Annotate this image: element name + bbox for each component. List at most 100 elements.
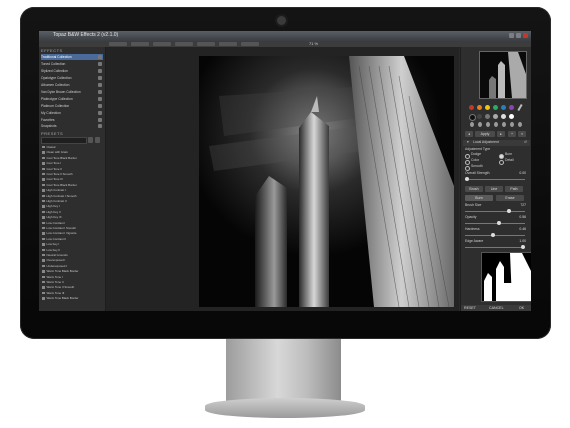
- preset-item[interactable]: High Contrast I: [42, 188, 104, 192]
- preset-item[interactable]: Cool Tone Black Border: [42, 183, 104, 187]
- preset-item[interactable]: Warm Tone Black Border: [42, 296, 104, 300]
- preset-item[interactable]: High Key II: [42, 210, 104, 214]
- add-icon[interactable]: +: [508, 131, 516, 137]
- preset-item[interactable]: Warm Tone III: [42, 291, 104, 295]
- minimize-icon[interactable]: [509, 33, 514, 38]
- preset-item[interactable]: Classic: [42, 145, 104, 149]
- droplet-icon[interactable]: [518, 122, 522, 127]
- toolbar-button[interactable]: [131, 42, 149, 46]
- droplet-icon[interactable]: [510, 122, 514, 127]
- maximize-icon[interactable]: [516, 33, 521, 38]
- droplet-icon[interactable]: [486, 122, 490, 127]
- brush-size-slider[interactable]: [465, 211, 525, 212]
- collection-item[interactable]: Toned Collection: [41, 61, 103, 67]
- toolbar-button[interactable]: [241, 42, 259, 46]
- slider-handle[interactable]: [465, 177, 469, 181]
- preset-item[interactable]: Clean with Grain: [42, 150, 104, 154]
- tone-swatch[interactable]: [469, 114, 476, 121]
- preset-item[interactable]: Cool Tone II: [42, 167, 104, 171]
- collection-item[interactable]: Snapshots: [41, 123, 103, 129]
- droplet-icon[interactable]: [502, 122, 506, 127]
- collection-item[interactable]: Albumen Collection: [41, 82, 103, 88]
- menu-icon[interactable]: ≡: [518, 131, 526, 137]
- droplet-icon[interactable]: [494, 122, 498, 127]
- radio-dodge[interactable]: [465, 154, 470, 159]
- radio-color[interactable]: [465, 160, 470, 165]
- navigator-thumbnail[interactable]: [479, 51, 527, 99]
- preset-item[interactable]: Cool Tone I: [42, 161, 104, 165]
- tone-swatch[interactable]: [509, 114, 514, 119]
- preset-item[interactable]: High Key I: [42, 204, 104, 208]
- tab-brush[interactable]: Brush: [465, 186, 483, 192]
- preview-photo[interactable]: [199, 56, 454, 307]
- collection-item[interactable]: Van Dyke Brown Collection: [41, 89, 103, 95]
- preset-item[interactable]: Cool Tone Black Border: [42, 156, 104, 160]
- cancel-button[interactable]: CANCEL: [489, 305, 504, 311]
- preset-item[interactable]: High Contrast I Smooth: [42, 194, 104, 198]
- preset-search-input[interactable]: [41, 137, 87, 144]
- preset-item[interactable]: High Key III: [42, 215, 104, 219]
- opacity-slider[interactable]: [465, 223, 525, 224]
- hardness-slider[interactable]: [465, 235, 525, 236]
- prev-icon[interactable]: ◂: [465, 131, 473, 137]
- color-swatch[interactable]: [469, 105, 474, 110]
- color-swatch[interactable]: [493, 105, 498, 110]
- preset-item[interactable]: Warm Tone Black Border: [42, 269, 104, 273]
- color-swatch[interactable]: [501, 105, 506, 110]
- erase-button[interactable]: Erase: [496, 195, 524, 201]
- preset-view-button[interactable]: [88, 137, 93, 143]
- slider-handle[interactable]: [491, 233, 495, 237]
- apply-button[interactable]: Apply: [475, 131, 495, 137]
- burn-brush-button[interactable]: Burn: [465, 195, 493, 201]
- preset-view-button[interactable]: [95, 137, 100, 143]
- color-swatch[interactable]: [477, 105, 482, 110]
- collection-item[interactable]: Traditional Collection: [41, 54, 103, 60]
- preset-item[interactable]: Warm Tone I: [42, 275, 104, 279]
- preset-item[interactable]: Cool Tone III: [42, 177, 104, 181]
- tab-line[interactable]: Line: [485, 186, 503, 192]
- local-adjustment-header[interactable]: ▾ Local Adjustment ↺: [463, 140, 530, 146]
- preset-item[interactable]: Low Key I: [42, 242, 104, 246]
- preset-item[interactable]: Warm Tone II Smooth: [42, 285, 104, 289]
- tab-path[interactable]: Path: [505, 186, 523, 192]
- droplet-icon[interactable]: [478, 122, 482, 127]
- preset-item[interactable]: Low Contrast I Vignette: [42, 231, 104, 235]
- refresh-icon[interactable]: ↺: [524, 140, 527, 145]
- preset-item[interactable]: Neutral Grounds: [42, 253, 104, 257]
- preset-item[interactable]: Low Contrast I: [42, 221, 104, 225]
- reset-button[interactable]: RESET: [464, 305, 476, 311]
- toolbar-button[interactable]: [175, 42, 193, 46]
- collection-item[interactable]: My Collection: [41, 110, 103, 116]
- tone-swatch[interactable]: [493, 114, 498, 119]
- preset-item[interactable]: Low Contrast II: [42, 237, 104, 241]
- tone-swatch[interactable]: [485, 114, 490, 119]
- preset-item[interactable]: Overexposed I: [42, 258, 104, 262]
- radio-detail[interactable]: [499, 160, 504, 165]
- preset-item[interactable]: Warm Tone II: [42, 280, 104, 284]
- slider-handle[interactable]: [521, 245, 525, 249]
- edge-aware-slider[interactable]: [465, 247, 525, 248]
- preset-item[interactable]: Low Contrast I Smooth: [42, 226, 104, 230]
- next-icon[interactable]: ▸: [497, 131, 505, 137]
- toolbar-button[interactable]: [197, 42, 215, 46]
- radio-burn[interactable]: [499, 154, 504, 159]
- close-icon[interactable]: [523, 33, 528, 38]
- image-canvas[interactable]: [106, 47, 459, 311]
- toolbar-button[interactable]: [219, 42, 237, 46]
- slider-handle[interactable]: [507, 209, 511, 213]
- collection-item[interactable]: Platinum Collection: [41, 103, 103, 109]
- preset-item[interactable]: Cool Tone II Smooth: [42, 172, 104, 176]
- collection-item[interactable]: Platinotype Collection: [41, 96, 103, 102]
- ok-button[interactable]: OK: [519, 305, 524, 311]
- droplet-icon[interactable]: [470, 122, 474, 127]
- toolbar-button[interactable]: [109, 42, 127, 46]
- collection-item[interactable]: Opalotype Collection: [41, 75, 103, 81]
- tone-swatch[interactable]: [501, 114, 506, 119]
- color-swatch[interactable]: [509, 105, 514, 110]
- eyedropper-icon[interactable]: [517, 103, 523, 112]
- slider-handle[interactable]: [497, 221, 501, 225]
- collection-item[interactable]: Stylized Collection: [41, 68, 103, 74]
- tone-swatch[interactable]: [477, 114, 482, 119]
- preset-item[interactable]: High Contrast II: [42, 199, 104, 203]
- toolbar-button[interactable]: [153, 42, 171, 46]
